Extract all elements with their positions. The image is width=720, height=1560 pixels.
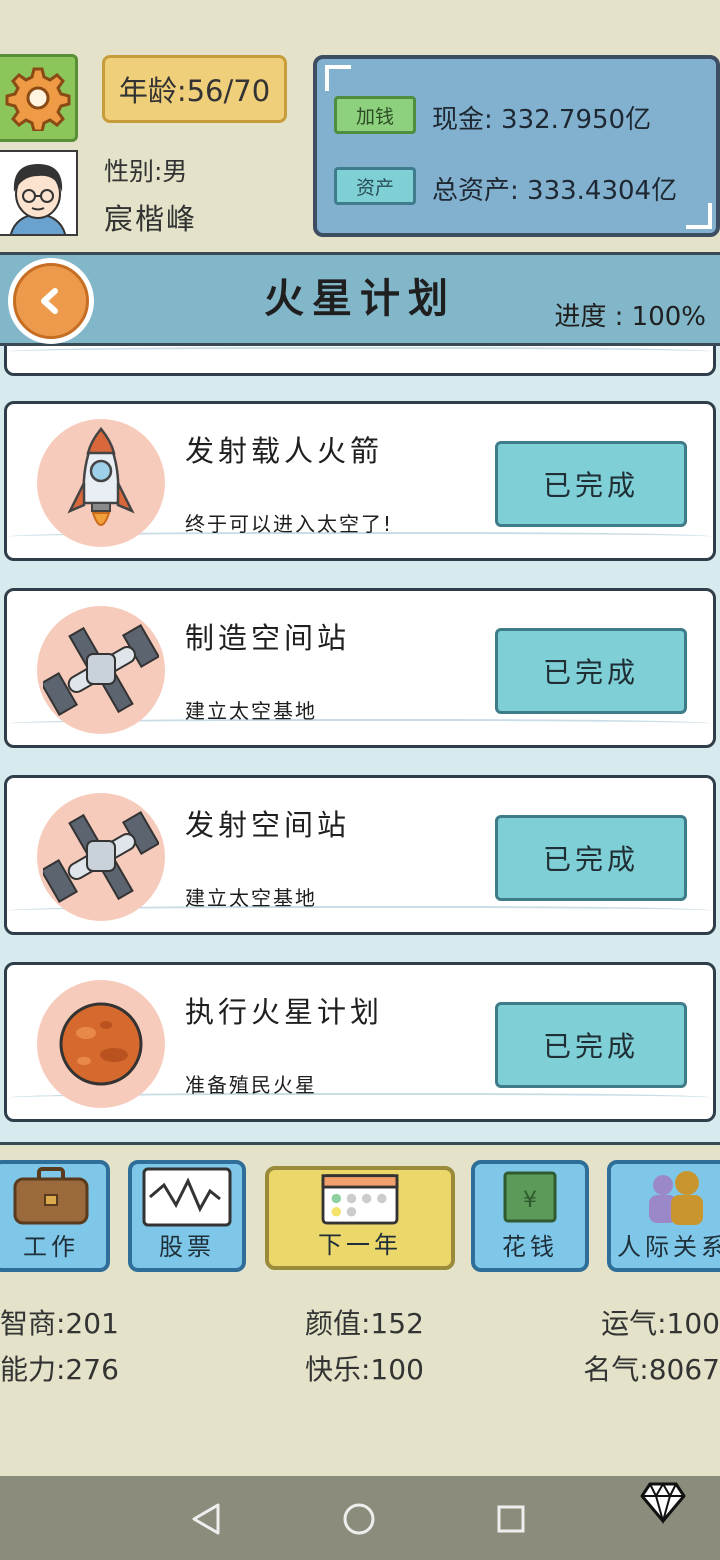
- avatar-face-icon: [0, 152, 76, 234]
- diamond-icon[interactable]: [640, 1480, 686, 1524]
- task-subtitle: 终于可以进入太空了!: [185, 512, 394, 536]
- assets-button[interactable]: 资产: [334, 167, 416, 205]
- task-title: 执行火星计划: [185, 995, 384, 1029]
- task-subtitle: 建立太空基地: [185, 886, 317, 910]
- next-year-button[interactable]: 下一年: [265, 1166, 455, 1270]
- task-title: 制造空间站: [185, 621, 351, 655]
- task-title: 发射载人火箭: [185, 434, 384, 468]
- player-name: 宸楷峰: [104, 202, 198, 236]
- stat-looks: 颜值:152: [305, 1307, 424, 1340]
- add-money-button[interactable]: 加钱: [334, 96, 416, 134]
- completed-button[interactable]: 已完成: [495, 441, 687, 527]
- avatar[interactable]: [0, 150, 78, 236]
- stat-fame: 名气:8067: [583, 1353, 720, 1386]
- money-panel: 加钱 现金: 332.7950亿 资产 总资产: 333.4304亿: [313, 55, 720, 237]
- total-assets-text: 总资产: 333.4304亿: [432, 176, 678, 206]
- briefcase-icon: [13, 1167, 89, 1225]
- task-list[interactable]: 发射载人火箭 终于可以进入太空了! 已完成 制造空间站 建立太空基地 已完成 发…: [0, 346, 720, 1142]
- rocket-icon: [37, 419, 165, 547]
- nav-relations-label: 人际关系: [617, 1233, 720, 1261]
- completed-button[interactable]: 已完成: [495, 628, 687, 714]
- panel-corner-decoration: [686, 203, 712, 229]
- nav-stocks-label: 股票: [159, 1233, 215, 1261]
- completed-button[interactable]: 已完成: [495, 815, 687, 901]
- panel-corner-decoration: [325, 65, 351, 91]
- cash-icon: ¥: [503, 1171, 557, 1223]
- task-subtitle: 建立太空基地: [185, 699, 317, 723]
- task-title: 发射空间站: [185, 808, 351, 842]
- nav-work-button[interactable]: 工作: [0, 1160, 110, 1272]
- task-card: 发射载人火箭 终于可以进入太空了! 已完成: [4, 401, 716, 561]
- stat-ability: 能力:276: [0, 1353, 119, 1386]
- nav-spend-button[interactable]: ¥ 花钱: [471, 1160, 589, 1272]
- task-card: 执行火星计划 准备殖民火星 已完成: [4, 962, 716, 1122]
- calendar-icon: [321, 1174, 399, 1225]
- stat-happiness: 快乐:100: [305, 1353, 424, 1386]
- age-label: 年龄:56/70: [118, 74, 271, 108]
- home-circle-icon[interactable]: [342, 1502, 376, 1536]
- gender-label: 性别:男: [104, 157, 188, 186]
- nav-relations-button[interactable]: 人际关系: [607, 1160, 720, 1272]
- task-card: 发射空间站 建立太空基地 已完成: [4, 775, 716, 935]
- task-card: 制造空间站 建立太空基地 已完成: [4, 588, 716, 748]
- gear-icon: [5, 67, 70, 131]
- people-icon: [649, 1171, 703, 1225]
- cash-text: 现金: 332.7950亿: [432, 105, 652, 135]
- mars-icon: [37, 980, 165, 1108]
- nav-work-label: 工作: [23, 1233, 79, 1261]
- list-item-partial: [4, 346, 716, 376]
- space-station-icon: [37, 606, 165, 734]
- svg-text:¥: ¥: [523, 1188, 537, 1213]
- stat-iq: 智商:201: [0, 1307, 119, 1340]
- age-display: 年龄:56/70: [102, 55, 287, 123]
- settings-button[interactable]: [0, 54, 78, 142]
- recents-square-icon[interactable]: [496, 1504, 526, 1534]
- space-station-icon: [37, 793, 165, 921]
- completed-button[interactable]: 已完成: [495, 1002, 687, 1088]
- task-subtitle: 准备殖民火星: [185, 1073, 317, 1097]
- next-year-label: 下一年: [318, 1231, 402, 1259]
- system-nav-bar: [0, 1476, 720, 1560]
- stat-luck: 运气:100: [601, 1307, 720, 1340]
- progress-text: 进度 : 100%: [554, 302, 706, 332]
- nav-stocks-button[interactable]: 股票: [128, 1160, 246, 1272]
- nav-spend-label: 花钱: [502, 1233, 558, 1261]
- stock-chart-icon: [142, 1167, 232, 1227]
- back-triangle-icon[interactable]: [190, 1502, 222, 1536]
